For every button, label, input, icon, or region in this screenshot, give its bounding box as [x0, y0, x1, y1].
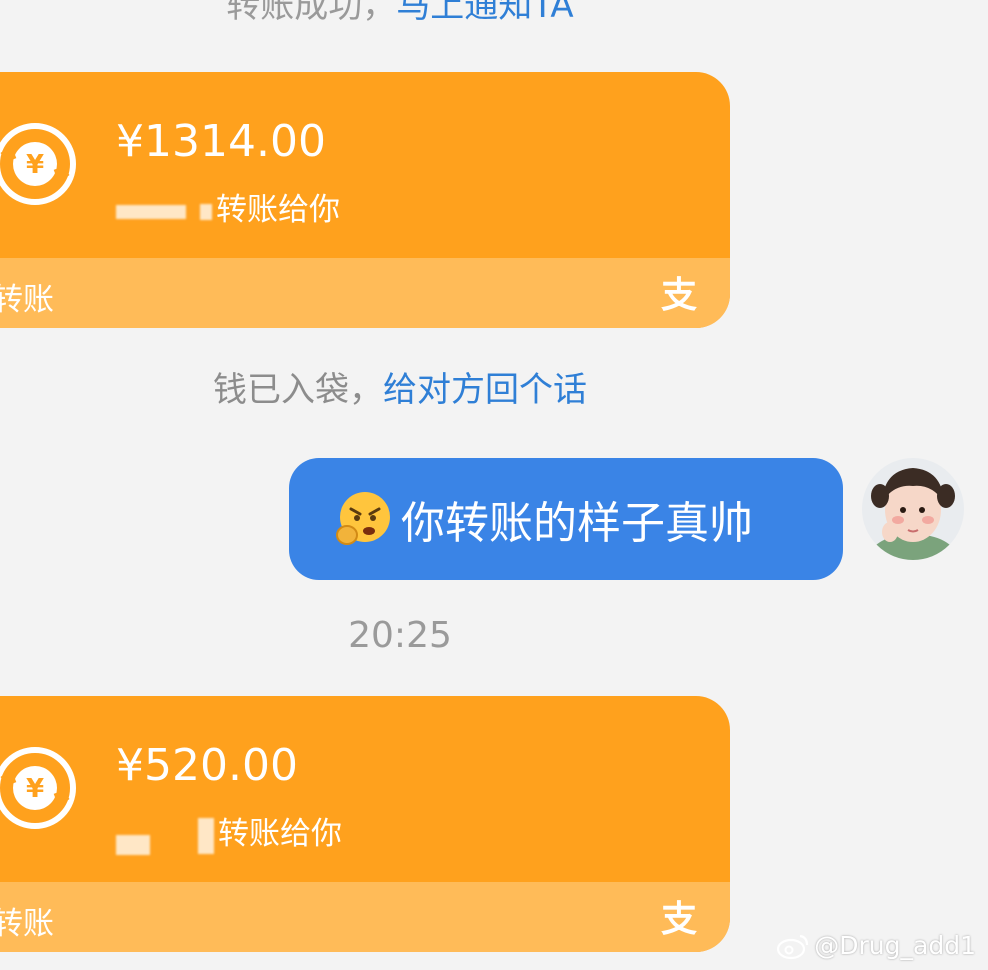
transfer-amount: ¥520.00	[116, 740, 298, 791]
svg-text:支: 支	[661, 899, 697, 938]
transfer-card[interactable]: ¥ ¥520.00 转账给你 转账 支	[0, 696, 730, 952]
transfer-amount: ¥1314.00	[116, 116, 326, 167]
system-message-middle: 钱已入袋，给对方回个话	[0, 362, 800, 411]
transfer-subtitle-text: 转账给你	[216, 192, 340, 228]
outgoing-message-bubble[interactable]: 你转账的样子真帅	[289, 458, 843, 580]
alipay-icon: 支	[661, 899, 697, 938]
system-message-text: 转账成功，	[226, 0, 397, 26]
alipay-icon: 支	[661, 275, 697, 314]
blurred-sender-name	[198, 817, 214, 854]
blurred-sender-name	[116, 204, 186, 219]
blurred-sender-name	[116, 834, 150, 855]
avatar-image	[862, 458, 964, 560]
notify-link[interactable]: 马上通知TA	[396, 0, 573, 26]
transfer-subtitle: 转账给你	[116, 808, 342, 855]
system-message-top: 转账成功，马上通知TA	[0, 0, 800, 27]
avatar[interactable]	[862, 458, 964, 560]
outgoing-message-text: 你转账的样子真帅	[401, 498, 753, 549]
blurred-sender-name	[200, 203, 212, 220]
reply-link[interactable]: 给对方回个话	[383, 370, 587, 410]
message-timestamp: 20:25	[348, 615, 452, 656]
watermark-text: @Drug_add1	[814, 931, 976, 960]
svg-text:¥: ¥	[26, 150, 44, 180]
transfer-footer-label: 转账	[0, 282, 54, 318]
transfer-subtitle-text: 转账给你	[218, 816, 342, 852]
transfer-card[interactable]: ¥ ¥1314.00 转账给你 转账 支	[0, 72, 730, 328]
transfer-subtitle: 转账给你	[116, 184, 340, 229]
weibo-icon	[777, 934, 809, 959]
svg-text:¥: ¥	[26, 774, 44, 804]
weibo-watermark: @Drug_add1	[776, 931, 976, 960]
transfer-coin-icon: ¥	[0, 747, 76, 829]
svg-text:支: 支	[661, 275, 697, 314]
system-message-text: 钱已入袋，	[213, 370, 383, 410]
angry-face-emoji-icon	[336, 492, 390, 545]
transfer-coin-icon: ¥	[0, 123, 76, 205]
transfer-footer-label: 转账	[0, 906, 54, 942]
